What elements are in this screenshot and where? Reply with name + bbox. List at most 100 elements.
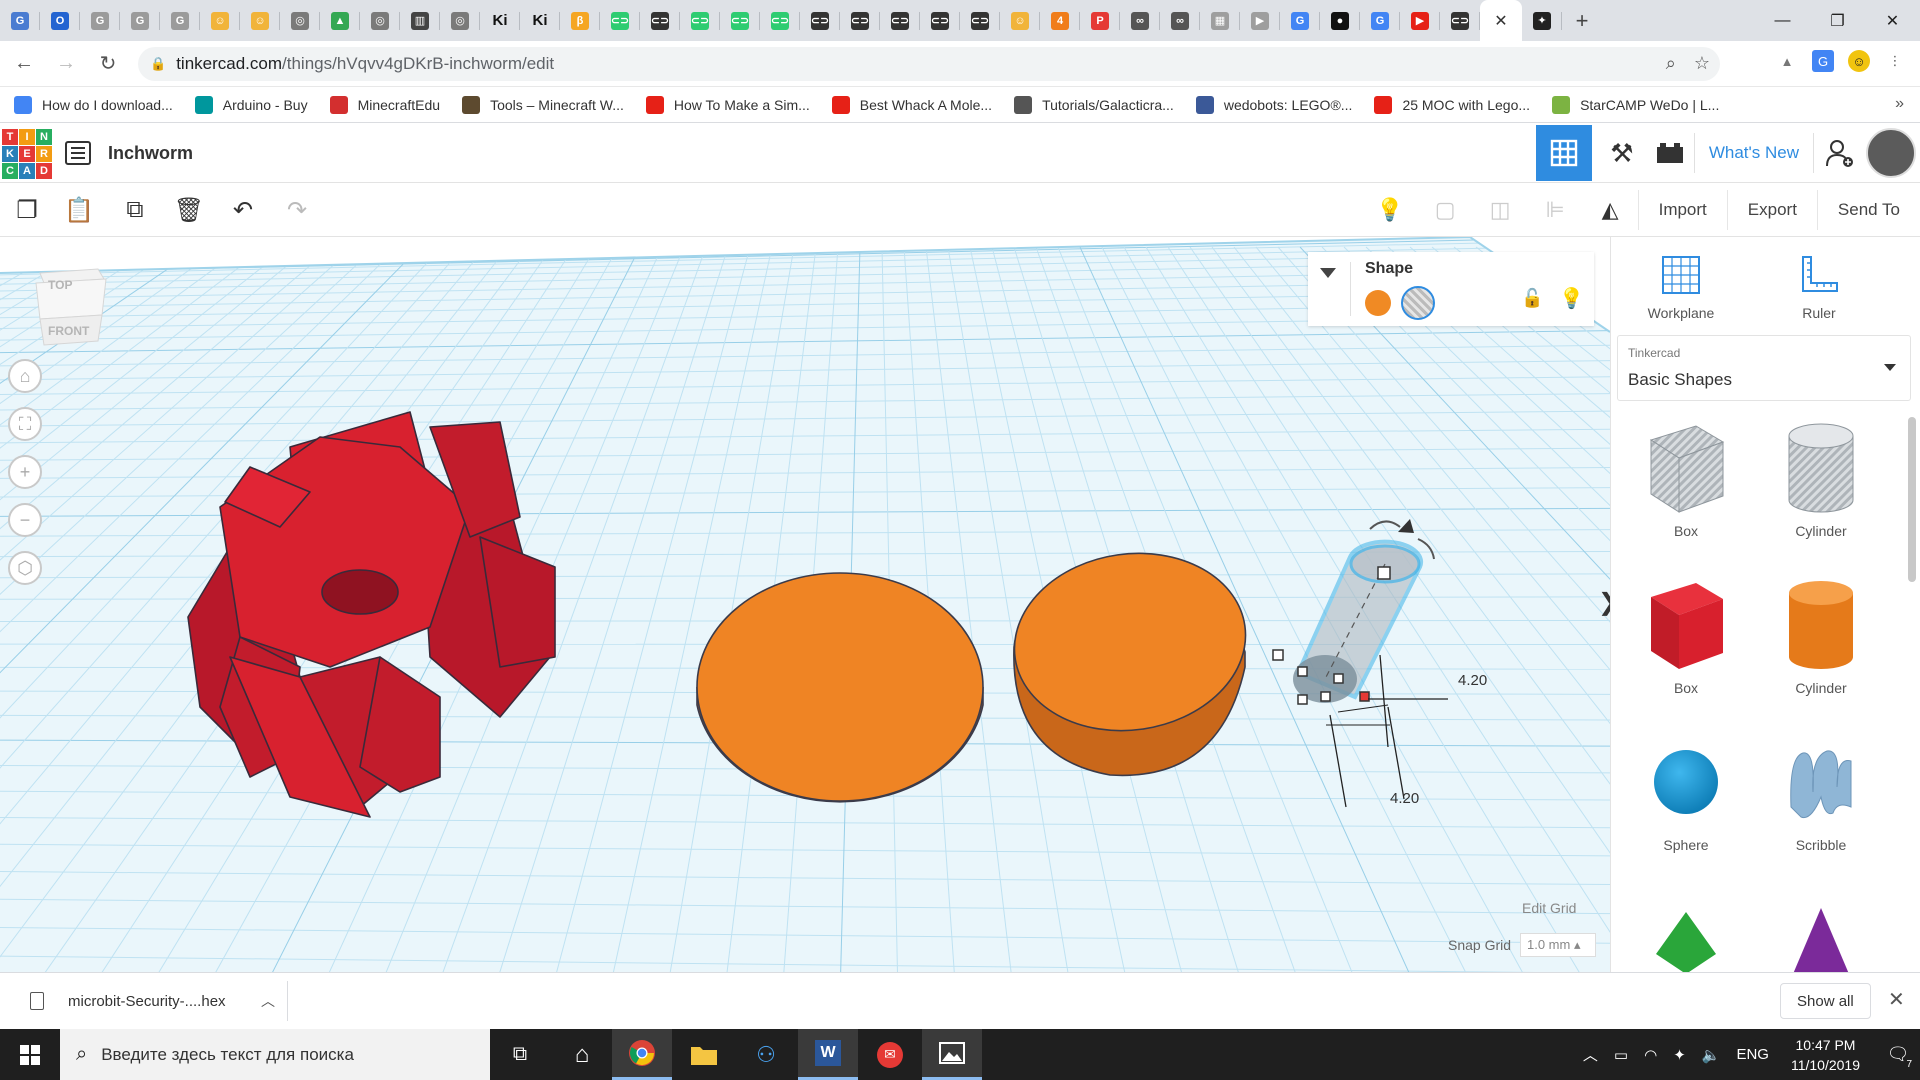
browser-menu-icon[interactable]: ⋮ bbox=[1884, 50, 1906, 72]
browser-tab[interactable]: O bbox=[40, 0, 80, 41]
browser-tab[interactable]: 4 bbox=[1040, 0, 1080, 41]
workplane-tool[interactable]: Workplane bbox=[1621, 251, 1741, 321]
chrome-app-icon[interactable] bbox=[612, 1029, 672, 1080]
copy-icon[interactable]: ❐ bbox=[12, 195, 42, 225]
tinkercad-logo[interactable]: TIN KER CAD bbox=[2, 129, 52, 179]
browser-tab[interactable]: ⊂⊃ bbox=[800, 0, 840, 41]
browser-tab[interactable]: ▦ bbox=[1200, 0, 1240, 41]
browser-tab[interactable]: ∞ bbox=[1160, 0, 1200, 41]
extension-drive-icon[interactable]: ▲ bbox=[1776, 50, 1798, 72]
zoom-out-icon[interactable]: − bbox=[8, 503, 42, 537]
paste-icon[interactable]: 📋 bbox=[64, 195, 94, 225]
browser-tab[interactable]: ☺ bbox=[200, 0, 240, 41]
shape-green-roof[interactable] bbox=[1621, 884, 1751, 972]
tab-tinkercad[interactable]: ✦ bbox=[1522, 0, 1562, 41]
wifi-icon[interactable]: ◠ bbox=[1644, 1046, 1657, 1064]
browser-tab[interactable]: P bbox=[1080, 0, 1120, 41]
snap-grid-select[interactable]: 1.0 mm ▴ bbox=[1520, 933, 1596, 957]
browser-tab[interactable]: ⊂⊃ bbox=[600, 0, 640, 41]
bookmarks-more-icon[interactable]: » bbox=[1895, 95, 1904, 113]
bookmark-item[interactable]: wedobots: LEGO®... bbox=[1195, 95, 1352, 114]
browser-tab[interactable]: G bbox=[160, 0, 200, 41]
address-bar[interactable]: 🔒 tinkercad.com/things/hVqvv4gDKrB-inchw… bbox=[138, 47, 1720, 81]
chevron-up-icon[interactable]: ︿ bbox=[1583, 1044, 1598, 1065]
browser-tab[interactable]: ▶ bbox=[1400, 0, 1440, 41]
group-icon[interactable]: ▢ bbox=[1418, 183, 1473, 237]
reload-icon[interactable]: ↻ bbox=[90, 46, 126, 82]
zoom-in-icon[interactable]: + bbox=[8, 455, 42, 489]
dropbox-icon[interactable]: ✦ bbox=[1673, 1046, 1686, 1064]
clock[interactable]: 10:47 PM 11/10/2019 bbox=[1791, 1035, 1860, 1075]
browser-tab[interactable]: ◎ bbox=[440, 0, 480, 41]
shape-sphere[interactable]: Sphere bbox=[1621, 727, 1751, 853]
bookmark-star-icon[interactable]: ☆ bbox=[1694, 53, 1710, 74]
notification-icon[interactable]: 🗨 7 bbox=[1876, 1029, 1920, 1080]
close-window-button[interactable]: ✕ bbox=[1865, 0, 1920, 41]
minimize-button[interactable]: — bbox=[1755, 0, 1810, 41]
workplane-canvas[interactable]: 4.20 4.20 TOP FRONT ⌂ ⛶ + − ⬡ Edit Grid … bbox=[0, 237, 1610, 972]
browser-tab[interactable]: ● bbox=[1320, 0, 1360, 41]
browser-tab[interactable]: ⊂⊃ bbox=[760, 0, 800, 41]
language-indicator[interactable]: ENG bbox=[1736, 1046, 1769, 1063]
ruler-tool[interactable]: Ruler bbox=[1759, 251, 1879, 321]
show-all-icon[interactable]: 💡 bbox=[1363, 183, 1418, 237]
bookmark-item[interactable]: Tools – Minecraft W... bbox=[462, 95, 624, 114]
undo-icon[interactable]: ↶ bbox=[228, 195, 258, 225]
photos-app-icon[interactable] bbox=[922, 1029, 982, 1080]
file-explorer-icon[interactable] bbox=[674, 1029, 734, 1080]
browser-tab[interactable]: G bbox=[1360, 0, 1400, 41]
bookmark-item[interactable]: Best Whack A Mole... bbox=[831, 95, 992, 114]
perspective-icon[interactable]: ⬡ bbox=[8, 551, 42, 585]
browser-tab[interactable]: ▶ bbox=[1240, 0, 1280, 41]
extension-emoji-icon[interactable]: ☺ bbox=[1848, 50, 1870, 72]
mail-app-icon[interactable]: ✉ bbox=[860, 1029, 920, 1080]
pickaxe-icon[interactable]: ⚒ bbox=[1598, 125, 1646, 181]
bookmark-item[interactable]: MinecraftEdu bbox=[329, 95, 440, 114]
active-tab[interactable]: ✕ bbox=[1480, 0, 1522, 41]
browser-tab[interactable]: G bbox=[80, 0, 120, 41]
delete-icon[interactable]: 🗑 bbox=[174, 195, 204, 225]
bookmark-item[interactable]: How To Make a Sim... bbox=[645, 95, 810, 114]
home-app-icon[interactable]: ⌂ bbox=[552, 1029, 612, 1080]
show-all-button[interactable]: Show all bbox=[1780, 983, 1871, 1019]
bookmark-item[interactable]: 25 MOC with Lego... bbox=[1374, 95, 1530, 114]
bookmark-item[interactable]: Tutorials/Galacticra... bbox=[1014, 95, 1174, 114]
browser-tab[interactable]: ⊂⊃ bbox=[920, 0, 960, 41]
shapes-scrollbar[interactable] bbox=[1908, 417, 1916, 582]
browser-tab[interactable]: ☺ bbox=[1000, 0, 1040, 41]
translate-icon[interactable]: G bbox=[1812, 50, 1834, 72]
chevron-up-icon[interactable]: ︿ bbox=[261, 991, 275, 1011]
redo-icon[interactable]: ↷ bbox=[282, 195, 312, 225]
3d-view-button[interactable] bbox=[1535, 125, 1592, 181]
width-dimension-label[interactable]: 4.20 bbox=[1458, 672, 1487, 689]
word-app-icon[interactable]: W bbox=[798, 1029, 858, 1080]
browser-tab[interactable]: ◎ bbox=[280, 0, 320, 41]
browser-tab[interactable]: ⊂⊃ bbox=[840, 0, 880, 41]
zoom-icon[interactable]: ⌕ bbox=[1666, 53, 1676, 74]
edit-grid-button[interactable]: Edit Grid bbox=[1522, 900, 1576, 916]
collapse-panel-icon[interactable]: ❯ bbox=[1598, 588, 1610, 617]
browser-tab[interactable]: ⊂⊃ bbox=[1440, 0, 1480, 41]
design-title[interactable]: Inchworm bbox=[108, 143, 193, 164]
duplicate-icon[interactable]: ⧉ bbox=[120, 195, 150, 225]
browser-tab[interactable]: G bbox=[1280, 0, 1320, 41]
shape-purple-pyramid[interactable] bbox=[1756, 884, 1886, 972]
send-to-button[interactable]: Send To bbox=[1816, 190, 1920, 230]
start-button[interactable] bbox=[0, 1029, 60, 1080]
browser-tab[interactable]: ∞ bbox=[1120, 0, 1160, 41]
align-icon[interactable]: ⊫ bbox=[1528, 183, 1583, 237]
hole-button[interactable] bbox=[1401, 286, 1435, 320]
task-view-icon[interactable]: ⧉ bbox=[490, 1029, 550, 1080]
browser-tab[interactable]: ☺ bbox=[240, 0, 280, 41]
browser-tab[interactable]: ▥ bbox=[400, 0, 440, 41]
browser-tab[interactable]: Ki bbox=[520, 0, 560, 41]
browser-tab[interactable]: ⊂⊃ bbox=[960, 0, 1000, 41]
fit-view-icon[interactable]: ⛶ bbox=[8, 407, 42, 441]
user-avatar[interactable] bbox=[1866, 128, 1916, 178]
whats-new-button[interactable]: What's New bbox=[1693, 133, 1814, 173]
close-tab-icon[interactable]: ✕ bbox=[1494, 11, 1507, 31]
bookmark-item[interactable]: StarCAMP WeDo | L... bbox=[1552, 95, 1719, 114]
taskbar-search[interactable]: ⌕ Введите здесь текст для поиска bbox=[60, 1029, 490, 1080]
browser-tab[interactable]: ◎ bbox=[360, 0, 400, 41]
collapse-inspector-icon[interactable] bbox=[1320, 268, 1336, 278]
